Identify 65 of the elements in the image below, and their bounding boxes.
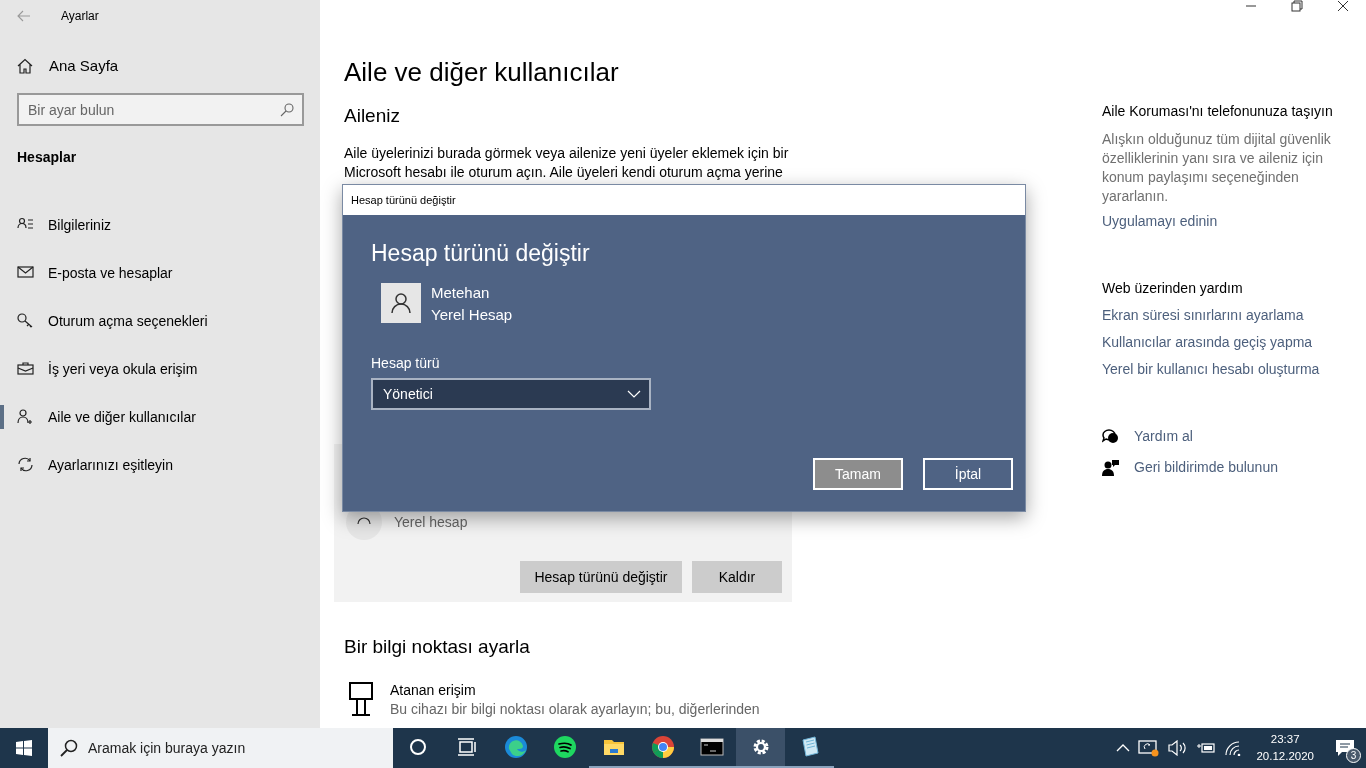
wave-logo-icon: [503, 735, 528, 759]
music-logo-icon: [552, 735, 577, 759]
windows-logo-icon[interactable]: [16, 740, 32, 756]
account-type-dropdown[interactable]: Yönetici: [371, 378, 651, 410]
kiosk-description: Bu cihazı bir bilgi noktası olarak ayarlayın; bu, diğerlerinden: [390, 700, 760, 719]
kiosk-icon: [348, 681, 374, 717]
dialog-heading: Hesap türünü değiştir: [371, 239, 590, 268]
display-sync-icon[interactable]: [1138, 739, 1161, 757]
window-title: Ayarlar: [61, 9, 99, 23]
help-link[interactable]: Ekran süresi sınırlarını ayarlama: [1102, 305, 1304, 325]
cancel-button[interactable]: İptal: [923, 458, 1013, 490]
feedback-link[interactable]: Geri bildirimde bulunun: [1102, 457, 1278, 477]
sidebar-item[interactable]: Bilgileriniz: [0, 201, 320, 249]
close-icon[interactable]: [1337, 0, 1349, 12]
section-heading: Aileniz: [344, 104, 400, 128]
panel-description: Alışkın olduğunuz tüm dijital güvenlik özelliklerinin yanı sıra ve aileniz için konum paylaşımı seçeneğinden yararlanın.: [1102, 130, 1332, 206]
remove-button[interactable]: Kaldır: [692, 561, 782, 593]
taskbar-app-button[interactable]: [736, 728, 785, 768]
search-icon: [280, 103, 294, 117]
page-title: Aile ve diğer kullanıcılar: [344, 56, 619, 89]
help-chat-icon: [1102, 427, 1120, 445]
battery-icon[interactable]: [1196, 741, 1217, 755]
panel-heading: Web üzerinden yardım: [1102, 279, 1243, 298]
browser-logo-icon: [650, 735, 675, 759]
family-description: Aile üyelerinizi burada görmek veya ailenize yeni üyeler eklemek için bir Microsoft hesabı ile oturum açın. Aile üyeleri kendi oturum açma yerine: [344, 144, 789, 182]
sidebar-item[interactable]: Aile ve diğer kullanıcılar: [0, 393, 320, 441]
home-icon: [17, 57, 33, 74]
user-account-type: Yerel Hesap: [431, 305, 513, 325]
user-avatar-icon: [381, 283, 421, 323]
field-label: Hesap türü: [371, 354, 440, 373]
kiosk-item[interactable]: Atanan erişim Bu cihazı bir bilgi noktası olarak ayarlayın; bu, diğerlerinden: [344, 681, 802, 719]
sidebar-item[interactable]: Ayarlarınızı eşitleyin: [0, 441, 320, 489]
sidebar-item[interactable]: E-posta ve hesaplar: [0, 249, 320, 297]
notifications-button[interactable]: 3: [1332, 734, 1358, 762]
sidebar-item[interactable]: Oturum açma seçenekleri: [0, 297, 320, 345]
briefcase-icon: [17, 361, 34, 377]
panel-heading: Aile Koruması'nı telefonunuza taşıyın: [1102, 102, 1333, 121]
taskbar-search-field[interactable]: Aramak için buraya yazın: [48, 728, 393, 768]
dialog-title: Hesap türünü değiştir: [351, 194, 456, 206]
search-icon: [60, 739, 78, 757]
chevron-down-icon: [627, 390, 641, 398]
user-name: Metehan: [431, 283, 490, 303]
feedback-icon: [1102, 458, 1120, 476]
get-help-link[interactable]: Yardım al: [1102, 426, 1193, 446]
change-account-type-button[interactable]: Hesap türünü değiştir: [520, 561, 682, 593]
help-link[interactable]: Kullanıcılar arasında geçiş yapma: [1102, 332, 1313, 352]
chevron-up-icon[interactable]: [1116, 744, 1131, 752]
get-app-link[interactable]: Uygulamayı edinin: [1102, 211, 1218, 231]
wifi-icon[interactable]: [1224, 740, 1243, 756]
taskbar-clock[interactable]: 23:37 20.12.2020: [1256, 731, 1314, 765]
key-icon: [17, 313, 34, 329]
notification-count: 3: [1346, 748, 1361, 763]
home-link[interactable]: Ana Sayfa: [17, 57, 119, 74]
account-type: Yerel hesap: [394, 514, 468, 530]
sidebar-item[interactable]: İş yeri veya okula erişim: [0, 345, 320, 393]
section-heading: Bir bilgi noktası ayarla: [344, 635, 530, 659]
person-add-icon: [17, 409, 34, 425]
speaker-icon[interactable]: [1168, 740, 1189, 756]
maximize-icon[interactable]: [1291, 0, 1303, 12]
search-field[interactable]: Bir ayar bulun: [17, 93, 304, 126]
terminal-icon: [699, 735, 724, 759]
help-link[interactable]: Yerel bir kullanıcı hesabı oluşturma: [1102, 359, 1320, 379]
section-heading: Hesaplar: [17, 149, 77, 165]
mail-icon: [17, 265, 34, 281]
sync-icon: [17, 457, 34, 473]
